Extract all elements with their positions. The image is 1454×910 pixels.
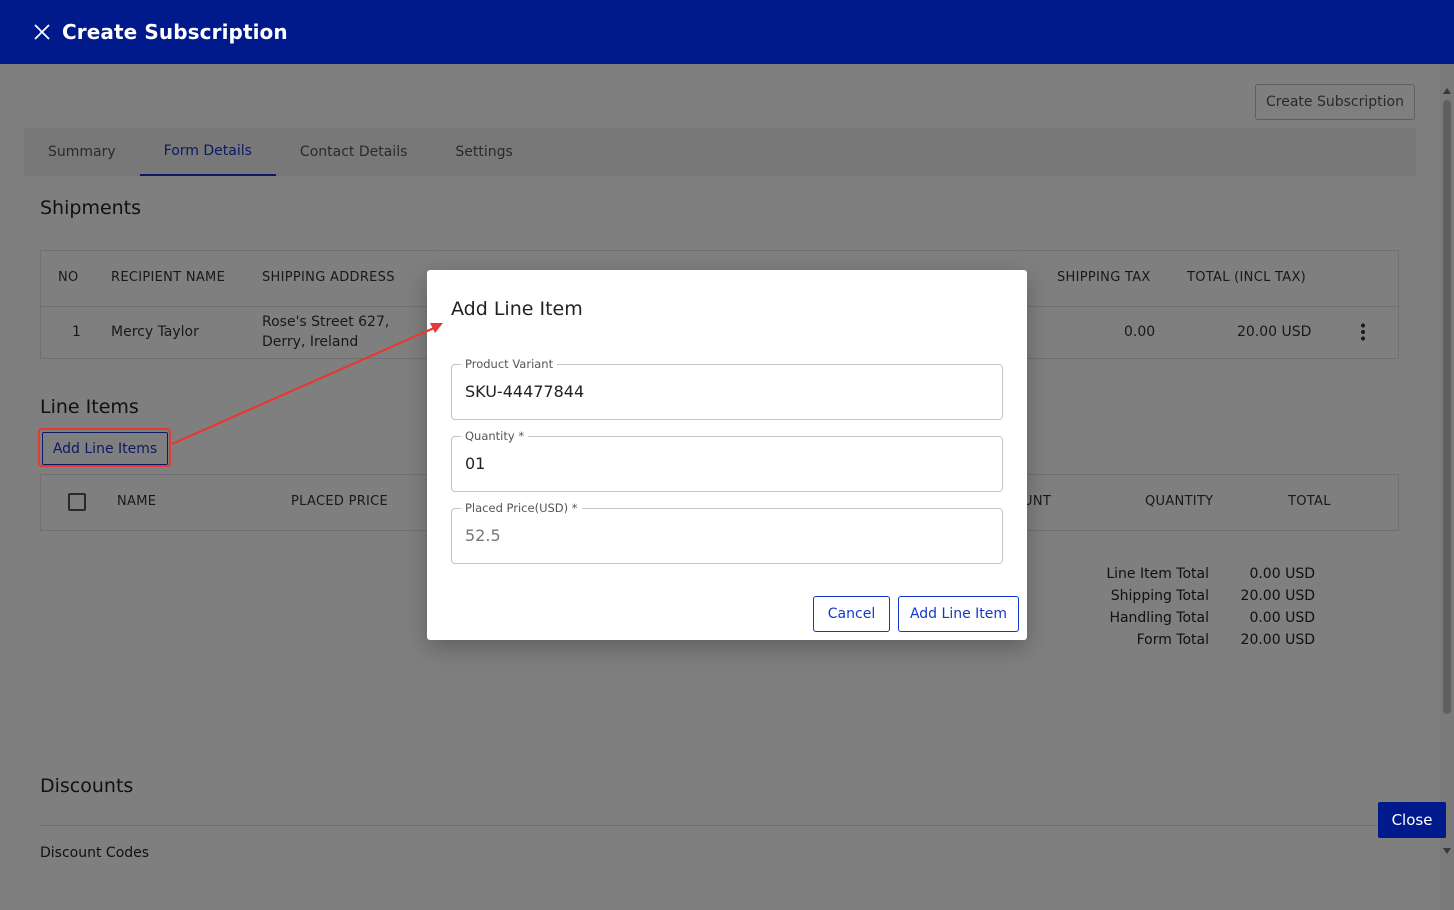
product-variant-field[interactable]: Product Variant SKU-44477844 — [451, 357, 1003, 420]
add-line-item-dialog: Add Line Item Product Variant SKU-444778… — [427, 270, 1027, 640]
app-header: Create Subscription — [0, 0, 1454, 64]
close-button[interactable]: Close — [1378, 802, 1446, 838]
quantity-label: Quantity * — [461, 429, 529, 443]
quantity-field[interactable]: Quantity * 01 — [451, 429, 1003, 492]
product-variant-label: Product Variant — [461, 357, 558, 371]
placed-price-label: Placed Price(USD) * — [461, 501, 582, 515]
dialog-title: Add Line Item — [451, 298, 583, 320]
add-line-item-button[interactable]: Add Line Item — [898, 596, 1019, 632]
cancel-button[interactable]: Cancel — [813, 596, 890, 632]
quantity-value: 01 — [465, 454, 486, 473]
placed-price-field[interactable]: Placed Price(USD) * 52.5 — [451, 501, 1003, 564]
placed-price-value: 52.5 — [465, 526, 501, 545]
page-title: Create Subscription — [62, 20, 288, 44]
close-x-icon[interactable] — [32, 22, 52, 42]
product-variant-value: SKU-44477844 — [465, 382, 585, 401]
annotation-highlight — [38, 428, 171, 467]
